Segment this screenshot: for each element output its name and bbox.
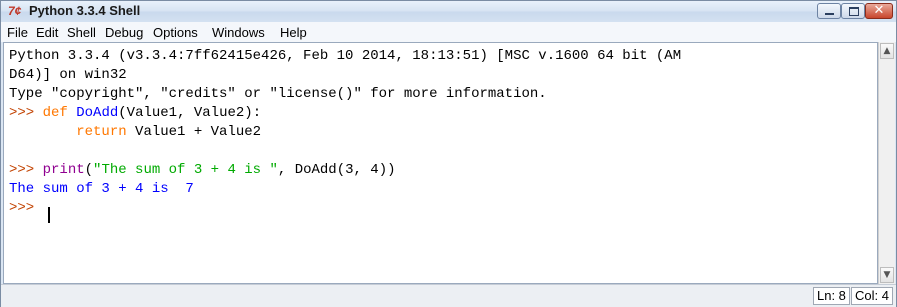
maximize-icon [849, 7, 859, 16]
scroll-up-arrow-icon[interactable]: ▲ [880, 43, 894, 59]
column-number-status: Col: 4 [851, 287, 893, 305]
menu-edit[interactable]: Edit [36, 25, 58, 40]
menu-file[interactable]: File [7, 25, 28, 40]
scroll-down-arrow-icon[interactable]: ▼ [880, 267, 894, 283]
close-icon: ✕ [873, 3, 885, 18]
print-open-paren: ( [84, 162, 94, 178]
menu-bar: File Edit Shell Debug Options Windows He… [1, 22, 896, 42]
title-bar[interactable]: 7¢ Python 3.3.4 Shell ✕ [1, 1, 896, 22]
text-cursor [48, 207, 50, 223]
shell-prompt: >>> [9, 162, 35, 178]
window-title: Python 3.3.4 Shell [29, 3, 141, 18]
output-line: The sum of 3 + 4 is 7 [9, 181, 194, 197]
vertical-scrollbar[interactable]: ▲ ▼ [878, 42, 895, 284]
menu-options[interactable]: Options [153, 25, 198, 40]
menu-debug[interactable]: Debug [105, 25, 143, 40]
maximize-button[interactable] [841, 3, 865, 19]
menu-windows[interactable]: Windows [212, 25, 265, 40]
string-literal: "The sum of 3 + 4 is " [93, 162, 278, 178]
banner-line: Python 3.3.4 (v3.3.4:7ff62415e426, Feb 1… [9, 48, 682, 64]
python-idle-icon: 7¢ [8, 4, 22, 18]
menu-shell[interactable]: Shell [67, 25, 96, 40]
idle-shell-window: 7¢ Python 3.3.4 Shell ✕ File Edit Shell … [0, 0, 897, 307]
input-line[interactable]: >>> [9, 200, 34, 218]
status-bar: Ln: 8 Col: 4 [1, 284, 896, 307]
code-line-def: >>> def DoAdd(Value1, Value2): [9, 105, 261, 123]
code-line-return: return Value1 + Value2 [9, 124, 261, 142]
minimize-button[interactable] [817, 3, 841, 19]
shell-text-area[interactable]: Python 3.3.4 (v3.3.4:7ff62415e426, Feb 1… [3, 42, 878, 284]
shell-prompt: >>> [9, 200, 35, 216]
line-number-status: Ln: 8 [813, 287, 850, 305]
shell-prompt: >>> [9, 105, 35, 121]
info-line: Type "copyright", "credits" or "license(… [9, 86, 547, 102]
function-name: DoAdd [76, 105, 119, 121]
code-line-print: >>> print("The sum of 3 + 4 is ", DoAdd(… [9, 162, 396, 180]
return-expression: Value1 + Value2 [126, 124, 262, 140]
keyword-def: def [42, 105, 68, 121]
menu-help[interactable]: Help [280, 25, 307, 40]
minimize-icon [825, 13, 834, 15]
function-params: (Value1, Value2): [118, 105, 262, 121]
builtin-print: print [42, 162, 85, 178]
keyword-return: return [76, 124, 127, 140]
print-args: , DoAdd(3, 4)) [277, 162, 396, 178]
close-button[interactable]: ✕ [865, 3, 893, 19]
banner-line: D64)] on win32 [9, 67, 127, 83]
